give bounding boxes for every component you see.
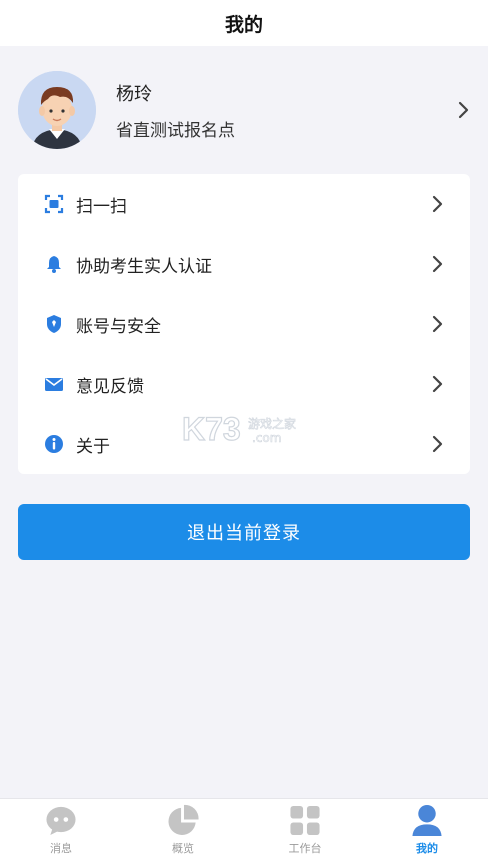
menu-item-label: 意见反馈 [76,376,144,397]
tab-label: 消息 [50,842,72,855]
menu-item-label: 账号与安全 [76,316,161,337]
chevron-right-icon [432,435,443,453]
tab-mine[interactable]: 我的 [366,799,488,856]
page-header: 我的 [0,0,488,46]
info-icon [44,434,64,454]
menu-item-scan[interactable]: 扫一扫 [18,174,470,234]
shield-icon [44,314,64,334]
tab-workbench[interactable]: 工作台 [244,799,366,856]
svg-text:游戏之家: 游戏之家 [248,416,296,431]
chevron-right-icon [458,101,469,119]
chevron-right-icon [432,315,443,333]
logout-button[interactable]: 退出当前登录 [18,504,470,560]
scan-icon [44,194,64,214]
tab-label: 我的 [416,842,438,855]
mail-icon [44,374,64,394]
chevron-right-icon [432,255,443,273]
tab-label: 工作台 [288,842,322,855]
app-root: 我的 杨玲 省直测试报名点 扫一扫 协助考生实人认证 账号与安全 意见反馈 关于… [0,0,488,856]
menu-item-identity-verify[interactable]: 协助考生实人认证 [18,234,470,294]
tab-overview[interactable]: 概览 [122,799,244,856]
menu-item-feedback[interactable]: 意见反馈 [18,354,470,414]
profile-org: 省直测试报名点 [116,120,235,141]
bell-icon [44,254,64,274]
menu-item-label: 扫一扫 [76,196,127,217]
menu-item-account-security[interactable]: 账号与安全 [18,294,470,354]
grid-icon [290,805,320,836]
menu-item-label: 协助考生实人认证 [76,256,212,277]
chevron-right-icon [432,375,443,393]
pie-icon [168,804,199,836]
avatar-illustration [18,71,96,149]
chevron-right-icon [432,195,443,213]
tab-label: 概览 [172,842,194,855]
avatar [18,71,96,149]
svg-text:.com: .com [252,431,281,445]
person-icon [412,804,442,837]
profile-text: 杨玲 省直测试报名点 [116,80,458,141]
page-title: 我的 [224,13,263,36]
tab-messages[interactable]: 消息 [0,799,122,856]
k73-watermark-logo: K73 游戏之家 .com [182,410,296,447]
message-icon [46,806,76,836]
profile-row[interactable]: 杨玲 省直测试报名点 [0,46,488,174]
profile-name: 杨玲 [116,83,152,105]
bottom-tab-bar: 消息 概览 工作台 我的 [0,798,488,856]
svg-text:K73: K73 [182,411,241,447]
